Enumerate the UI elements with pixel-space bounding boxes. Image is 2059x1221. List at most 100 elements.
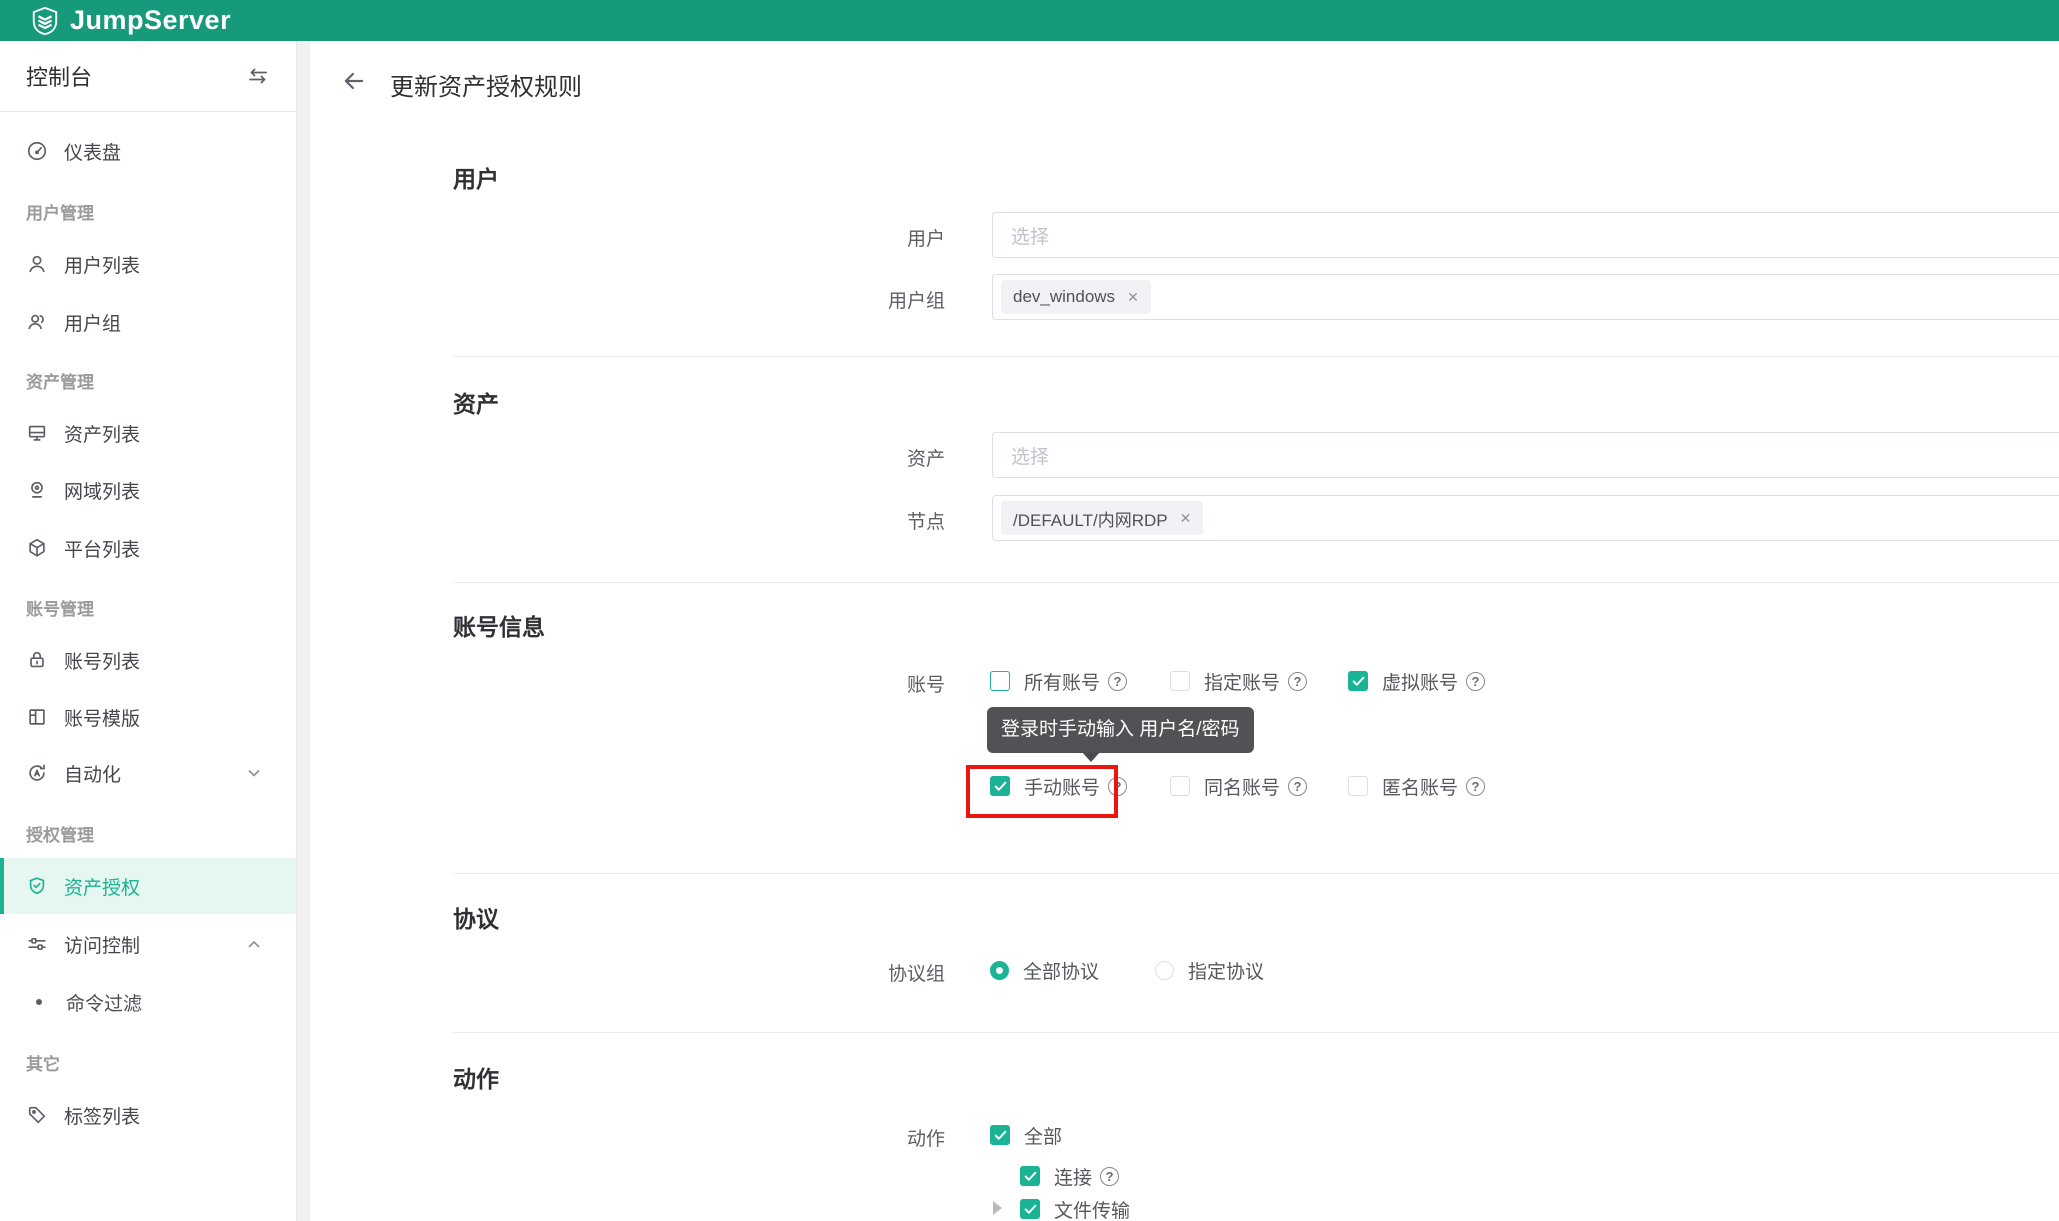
sidebar-item-label: 账号列表 — [64, 651, 141, 673]
sidebar-item-label: 仪表盘 — [64, 142, 122, 164]
template-icon — [26, 706, 48, 728]
shield-check-icon — [26, 875, 48, 897]
dashboard-icon — [26, 140, 48, 162]
jumpserver-shield-icon — [30, 6, 60, 36]
help-icon[interactable]: ? — [1466, 776, 1486, 796]
sidebar-item-asset-list[interactable]: 资产列表 — [0, 405, 296, 461]
radio-option-all-protocols[interactable]: 全部协议 — [990, 959, 1100, 983]
field-label-protocol-group: 协议组 — [887, 964, 945, 985]
sidebar-item-account-list[interactable]: 账号列表 — [0, 632, 296, 688]
field-label-node: 节点 — [906, 512, 945, 533]
field-label-user-group: 用户组 — [887, 291, 945, 312]
console-title: 控制台 — [26, 65, 93, 90]
tag-icon — [26, 1104, 48, 1126]
tooltip-caret — [1082, 752, 1100, 762]
sidebar-item-label: 平台列表 — [64, 539, 141, 561]
asset-icon — [26, 422, 48, 444]
user-icon — [26, 253, 48, 275]
bullet-icon — [36, 999, 42, 1005]
sidebar-item-account-template[interactable]: 账号模版 — [0, 689, 296, 745]
sidebar: 控制台 仪表盘 用户管理 用户列表 用户组 资产管理 资产列表 网域列表 平台列… — [0, 41, 296, 1221]
sidebar-scrollbar-track[interactable] — [296, 41, 310, 1221]
sidebar-group-account-management: 账号管理 — [26, 600, 94, 619]
sidebar-item-command-filter[interactable]: 命令过滤 — [0, 974, 296, 1030]
chevron-up-icon — [246, 936, 262, 952]
app-window: JumpServer 控制台 仪表盘 用户管理 用户列表 用户组 资产管理 资产… — [0, 0, 2059, 1221]
radio-option-specified-protocols[interactable]: 指定协议 — [1155, 959, 1265, 983]
checkbox-checked[interactable] — [1020, 1166, 1040, 1186]
checkbox-label: 所有账号 — [1024, 672, 1101, 694]
sidebar-item-label: 用户组 — [64, 313, 122, 335]
user-select-input[interactable]: 选择 — [992, 212, 2059, 258]
logo-text: JumpServer — [70, 5, 232, 35]
section-heading-action: 动作 — [453, 1066, 499, 1092]
help-icon[interactable]: ? — [1466, 671, 1486, 691]
sidebar-item-asset-permission[interactable]: 资产授权 — [0, 858, 296, 914]
radio-selected[interactable] — [990, 960, 1009, 980]
asset-select-placeholder: 选择 — [1011, 446, 1050, 468]
node-select-input[interactable]: /DEFAULT/内网RDP ✕ — [992, 495, 2059, 541]
checkbox-unchecked[interactable] — [1170, 671, 1190, 691]
automation-icon — [26, 762, 48, 784]
field-label-account: 账号 — [906, 675, 945, 696]
section-heading-user: 用户 — [453, 166, 499, 192]
jumpserver-logo[interactable]: JumpServer — [30, 5, 231, 36]
tag-remove-icon[interactable]: ✕ — [1127, 290, 1139, 304]
checkbox-checked[interactable] — [990, 1125, 1010, 1145]
checkbox-unchecked[interactable] — [1348, 776, 1368, 796]
help-icon[interactable]: ? — [1288, 671, 1308, 691]
manual-account-tooltip: 登录时手动输入 用户名/密码 — [987, 707, 1254, 753]
help-icon[interactable]: ? — [1288, 776, 1308, 796]
sidebar-item-user-group[interactable]: 用户组 — [0, 294, 296, 350]
asset-select-input[interactable]: 选择 — [992, 432, 2059, 478]
tag-remove-icon[interactable]: ✕ — [1180, 511, 1192, 525]
checkbox-option-same-name-account[interactable]: 同名账号 ? — [1170, 775, 1308, 799]
help-icon[interactable]: ? — [1108, 671, 1128, 691]
sidebar-item-label: 访问控制 — [64, 935, 141, 957]
sidebar-group-other: 其它 — [26, 1055, 60, 1074]
section-divider — [453, 873, 2059, 874]
checkbox-option-anonymous-account[interactable]: 匿名账号 ? — [1348, 775, 1486, 799]
switch-view-icon[interactable] — [246, 64, 270, 88]
sidebar-item-label: 资产授权 — [64, 877, 141, 899]
sidebar-item-platform-list[interactable]: 平台列表 — [0, 520, 296, 576]
user-group-icon — [26, 311, 48, 333]
sidebar-item-automation[interactable]: 自动化 — [0, 745, 296, 801]
sidebar-group-authorization: 授权管理 — [26, 826, 94, 845]
user-select-placeholder: 选择 — [1011, 226, 1050, 248]
sidebar-item-tag-list[interactable]: 标签列表 — [0, 1087, 296, 1143]
chevron-down-icon — [246, 765, 262, 781]
top-navbar: JumpServer — [0, 0, 2059, 41]
acl-icon — [26, 933, 48, 955]
field-label-asset: 资产 — [906, 449, 945, 470]
checkbox-option-all-accounts[interactable]: 所有账号 ? — [990, 670, 1128, 694]
radio-label: 指定协议 — [1188, 961, 1265, 983]
user-group-select-input[interactable]: dev_windows ✕ — [992, 274, 2059, 320]
checkbox-option-all-actions[interactable]: 全部 — [990, 1124, 1063, 1148]
checkbox-option-file-transfer[interactable]: 文件传输 — [1020, 1198, 1131, 1221]
help-icon[interactable]: ? — [1100, 1166, 1120, 1186]
checkbox-label: 虚拟账号 — [1382, 672, 1459, 694]
section-heading-account: 账号信息 — [453, 614, 545, 640]
checkbox-option-virtual-accounts[interactable]: 虚拟账号 ? — [1348, 670, 1486, 694]
sidebar-item-access-control[interactable]: 访问控制 — [0, 916, 296, 972]
checkbox-unchecked[interactable] — [1170, 776, 1190, 796]
sidebar-item-label: 自动化 — [64, 764, 122, 786]
back-arrow-icon[interactable] — [340, 67, 368, 95]
sidebar-item-domain-list[interactable]: 网域列表 — [0, 462, 296, 518]
checkbox-label: 全部 — [1024, 1126, 1063, 1148]
sidebar-item-user-list[interactable]: 用户列表 — [0, 236, 296, 292]
expand-caret-icon[interactable] — [993, 1201, 1002, 1215]
radio-unselected[interactable] — [1155, 960, 1174, 980]
radio-label: 全部协议 — [1023, 961, 1100, 983]
checkbox-option-specified-accounts[interactable]: 指定账号 ? — [1170, 670, 1308, 694]
checkbox-unchecked[interactable] — [990, 671, 1010, 691]
checkbox-option-connect[interactable]: 连接 ? — [1020, 1165, 1120, 1189]
sidebar-item-dashboard[interactable]: 仪表盘 — [0, 123, 296, 179]
checkbox-checked[interactable] — [1348, 671, 1368, 691]
checkbox-label: 文件传输 — [1054, 1200, 1131, 1221]
section-divider — [453, 1032, 2059, 1033]
checkbox-label: 连接 — [1054, 1167, 1093, 1189]
checkbox-checked[interactable] — [1020, 1199, 1040, 1219]
checkbox-label: 同名账号 — [1204, 777, 1281, 799]
